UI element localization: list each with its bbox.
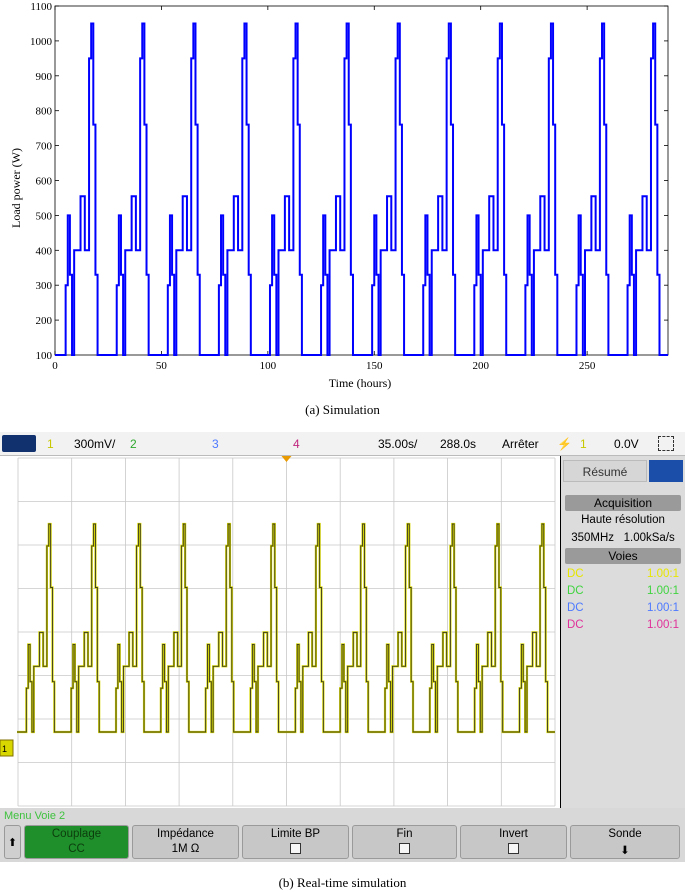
channel-probe-ratio: 1.00:1	[647, 619, 679, 631]
channel-row-3: DC 1.00:1	[565, 600, 681, 617]
y-tick-label: 600	[36, 176, 53, 188]
y-tick-label: 400	[36, 245, 53, 257]
coupling-softkey[interactable]: Couplage CC	[24, 825, 129, 859]
scope-waveform-screen: 1	[0, 456, 560, 808]
impedance-softkey[interactable]: Impédance 1M Ω	[132, 825, 239, 859]
fine-label: Fin	[396, 828, 413, 840]
y-tick-label: 1100	[30, 1, 52, 13]
channel-menu-bar: Menu Voie 2 ⬆ Couplage CC Impédance 1M Ω…	[0, 808, 685, 862]
trigger-icon: ⚡	[557, 437, 572, 451]
fine-checkbox[interactable]	[399, 843, 410, 854]
channel-probe-ratio: 1.00:1	[647, 568, 679, 580]
acquisition-rate: 350MHz 1.00kSa/s	[565, 532, 681, 544]
coupling-label: Couplage	[51, 828, 102, 840]
y-axis-label: Load power (W)	[9, 148, 23, 228]
trigger-source[interactable]: 1	[580, 437, 587, 451]
scope-status-bar: 1 300mV/ 2 3 4 35.00s/ 288.0s Arrêter ⚡ …	[0, 432, 685, 456]
scope-side-panel: Résumé Acquisition Haute résolution 350M…	[561, 456, 685, 808]
y-tick-label: 800	[36, 106, 53, 118]
channels-header: Voies	[565, 548, 681, 564]
x-tick-label: 250	[579, 360, 596, 372]
x-axis-label: Time (hours)	[329, 376, 392, 390]
impedance-value: 1M Ω	[171, 843, 200, 855]
bw-limit-label: Limite BP	[270, 828, 321, 840]
invert-checkbox[interactable]	[508, 843, 519, 854]
simulation-chart: 100 200 300 400 500 600 700 800 900 1000 1100 0 50 10…	[9, 1, 669, 390]
ch3-number[interactable]: 3	[212, 437, 219, 451]
x-tick-label: 150	[366, 360, 383, 372]
caption-real-time: (b) Real-time simulation	[278, 875, 407, 890]
x-tick-label: 0	[52, 360, 58, 372]
y-tick-label: 500	[36, 210, 53, 222]
tab-summary-label: Résumé	[582, 465, 628, 479]
sample-rate: 1.00kSa/s	[623, 532, 675, 544]
x-tick-label: 200	[472, 360, 489, 372]
acquisition-header: Acquisition	[565, 495, 681, 511]
channel-coupling: DC	[567, 585, 584, 597]
oscilloscope-display: 1 300mV/ 2 3 4 35.00s/ 288.0s Arrêter ⚡ …	[0, 432, 685, 862]
ch1-number[interactable]: 1	[47, 437, 54, 451]
channel-row-1: DC 1.00:1	[565, 566, 681, 583]
time-per-div[interactable]: 35.00s/	[378, 437, 417, 451]
load-power-series	[55, 22, 668, 356]
channel-coupling: DC	[567, 568, 584, 580]
tab-alt[interactable]	[649, 460, 683, 482]
coupling-value: CC	[68, 843, 85, 855]
probe-label: Sonde	[608, 828, 642, 840]
expand-icon[interactable]	[658, 436, 674, 451]
channel-row-2: DC 1.00:1	[565, 583, 681, 600]
probe-softkey[interactable]: Sonde ⬇	[570, 825, 680, 859]
channel-coupling: DC	[567, 602, 584, 614]
ch2-number[interactable]: 2	[130, 437, 137, 451]
channel-row-4: DC 1.00:1	[565, 617, 681, 634]
ch1-ground-label: 1	[2, 744, 7, 754]
y-tick-label: 1000	[30, 36, 53, 48]
menu-title: Menu Voie 2	[4, 810, 66, 822]
y-tick-label: 100	[36, 350, 53, 362]
ch4-number[interactable]: 4	[293, 437, 300, 451]
caption-simulation: (a) Simulation	[305, 402, 380, 417]
fine-softkey[interactable]: Fin	[352, 825, 457, 859]
bandwidth: 350MHz	[571, 532, 615, 544]
y-tick-label: 900	[36, 71, 53, 83]
invert-label: Invert	[499, 828, 528, 840]
channel-coupling: DC	[567, 619, 584, 631]
up-arrow-icon: ⬆	[7, 837, 18, 849]
x-tick-label: 50	[156, 360, 168, 372]
time-position[interactable]: 288.0s	[440, 437, 476, 451]
x-tick-label: 100	[260, 360, 277, 372]
trigger-level[interactable]: 0.0V	[614, 437, 639, 451]
down-arrow-icon: ⬇	[620, 845, 630, 857]
back-button[interactable]: ⬆	[4, 825, 21, 859]
bw-limit-checkbox[interactable]	[290, 843, 301, 854]
ch1-scale[interactable]: 300mV/	[74, 437, 115, 451]
invert-softkey[interactable]: Invert	[460, 825, 567, 859]
run-state[interactable]: Arrêter	[502, 437, 539, 451]
channel-probe-ratio: 1.00:1	[647, 585, 679, 597]
channel-probe-ratio: 1.00:1	[647, 602, 679, 614]
y-tick-label: 200	[36, 315, 53, 327]
ch1-ground-marker[interactable]: 1	[0, 739, 14, 757]
scope-logo	[2, 435, 36, 452]
tab-summary[interactable]: Résumé	[563, 460, 647, 482]
acquisition-mode: Haute résolution	[581, 514, 665, 526]
y-tick-label: 300	[36, 280, 53, 292]
bw-limit-softkey[interactable]: Limite BP	[242, 825, 349, 859]
y-tick-label: 700	[36, 141, 53, 153]
impedance-label: Impédance	[157, 828, 214, 840]
